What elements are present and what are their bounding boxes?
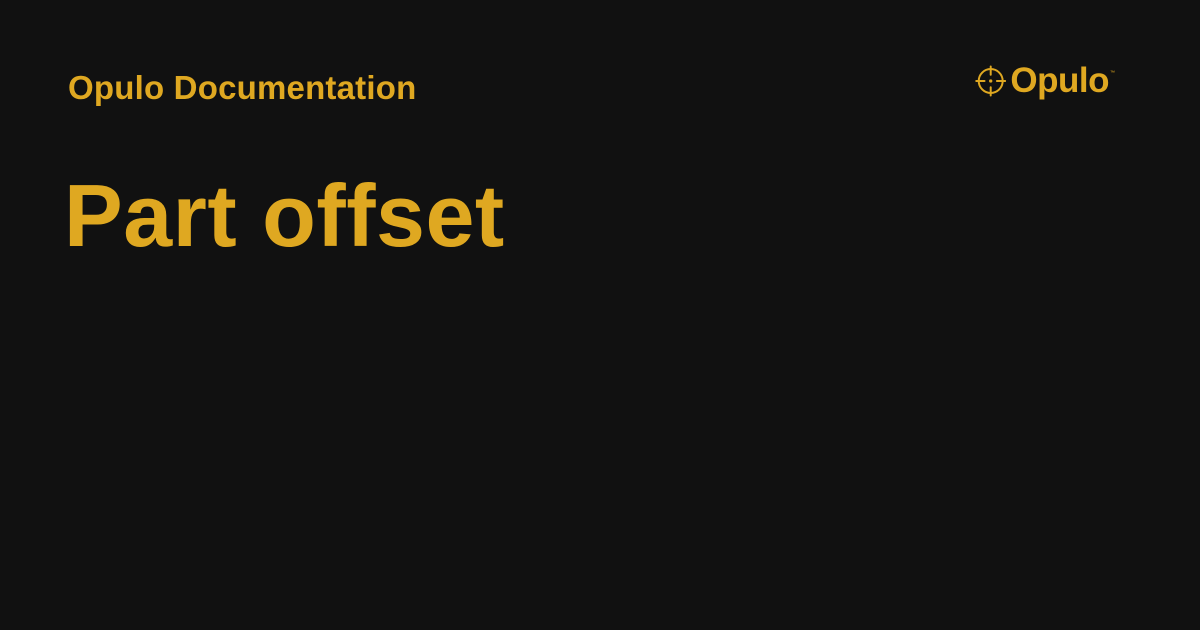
social-card: Opulo Documentation Opulo ™ Part offset	[0, 0, 1200, 630]
crosshair-icon	[975, 65, 1007, 97]
brand-logo: Opulo ™	[975, 61, 1115, 101]
brand-wordmark: Opulo	[1010, 61, 1109, 100]
trademark-symbol: ™	[1110, 70, 1115, 76]
page-title: Part offset	[64, 166, 505, 265]
site-name: Opulo Documentation	[68, 69, 417, 106]
